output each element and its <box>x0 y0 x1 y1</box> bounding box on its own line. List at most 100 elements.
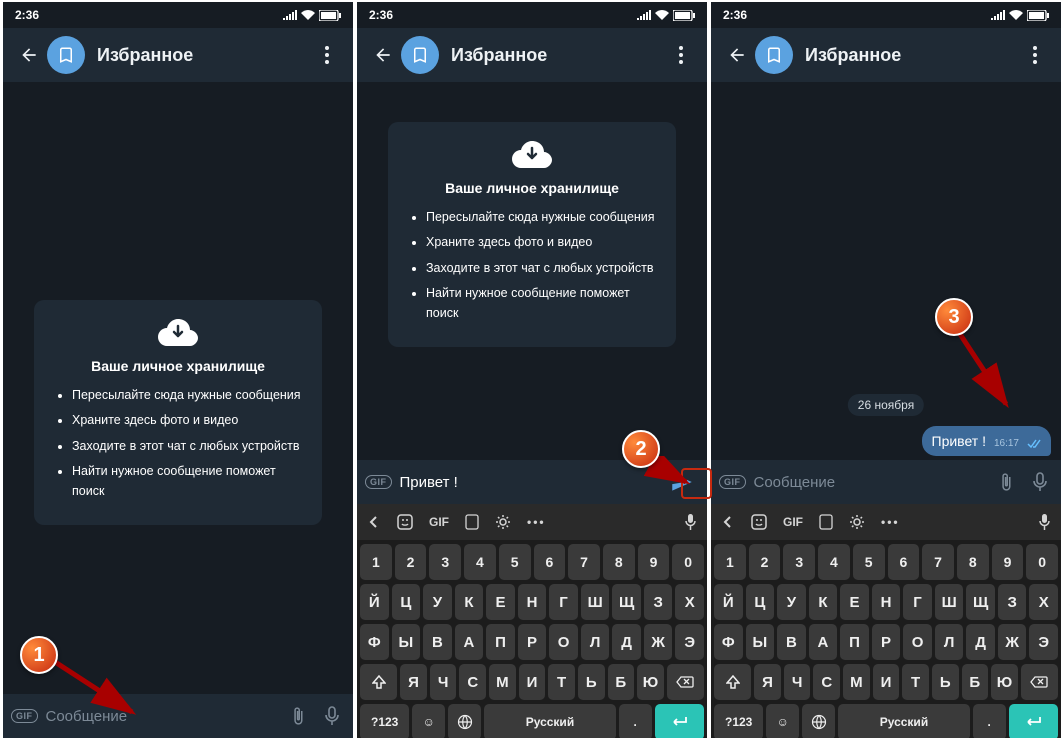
clipboard-icon[interactable] <box>465 514 479 530</box>
key[interactable]: Ы <box>746 624 775 660</box>
key[interactable]: 4 <box>818 544 850 580</box>
back-button[interactable] <box>11 45 47 65</box>
key[interactable]: П <box>486 624 515 660</box>
gear-icon[interactable] <box>849 514 865 530</box>
key[interactable]: Г <box>903 584 932 620</box>
key[interactable]: Ы <box>392 624 421 660</box>
saved-messages-avatar[interactable] <box>47 36 85 74</box>
gear-icon[interactable] <box>495 514 511 530</box>
keyboard-gif-button[interactable]: GIF <box>429 515 449 529</box>
backspace-key[interactable] <box>1021 664 1058 700</box>
mic-button[interactable] <box>1027 472 1053 492</box>
key[interactable]: Б <box>608 664 635 700</box>
key[interactable]: 3 <box>429 544 461 580</box>
key[interactable]: 6 <box>534 544 566 580</box>
key[interactable]: Б <box>962 664 989 700</box>
key[interactable]: Й <box>360 584 389 620</box>
key[interactable]: Э <box>1029 624 1058 660</box>
key[interactable]: 9 <box>992 544 1024 580</box>
key[interactable]: А <box>809 624 838 660</box>
enter-key[interactable] <box>1009 704 1058 738</box>
key[interactable]: Н <box>872 584 901 620</box>
key[interactable]: Л <box>581 624 610 660</box>
key[interactable]: Д <box>612 624 641 660</box>
lang-key[interactable] <box>448 704 481 738</box>
key[interactable]: Л <box>935 624 964 660</box>
key[interactable]: Т <box>902 664 929 700</box>
key[interactable]: Ф <box>360 624 389 660</box>
key[interactable]: Х <box>675 584 704 620</box>
backspace-key[interactable] <box>667 664 704 700</box>
period-key[interactable]: . <box>619 704 652 738</box>
saved-messages-avatar[interactable] <box>755 36 793 74</box>
more-options-button[interactable] <box>663 46 699 64</box>
key[interactable]: Ш <box>581 584 610 620</box>
key[interactable]: О <box>549 624 578 660</box>
key[interactable]: К <box>809 584 838 620</box>
clipboard-icon[interactable] <box>819 514 833 530</box>
key[interactable]: С <box>813 664 840 700</box>
message-input[interactable]: Привет ! <box>400 474 658 491</box>
symbols-key[interactable]: ?123 <box>714 704 763 738</box>
key[interactable]: С <box>459 664 486 700</box>
key[interactable]: У <box>777 584 806 620</box>
sticker-icon[interactable] <box>397 514 413 530</box>
gif-button[interactable]: GIF <box>719 475 746 489</box>
key[interactable]: Х <box>1029 584 1058 620</box>
key[interactable]: Э <box>675 624 704 660</box>
space-key[interactable]: Русский <box>838 704 970 738</box>
key[interactable]: Й <box>714 584 743 620</box>
key[interactable]: 7 <box>568 544 600 580</box>
key[interactable]: О <box>903 624 932 660</box>
key[interactable]: 3 <box>783 544 815 580</box>
more-options-button[interactable] <box>309 46 345 64</box>
lang-key[interactable] <box>802 704 835 738</box>
mic-button[interactable] <box>319 706 345 726</box>
emoji-key[interactable]: ☺ <box>766 704 799 738</box>
key[interactable]: 2 <box>749 544 781 580</box>
key[interactable]: 8 <box>957 544 989 580</box>
keyboard-gif-button[interactable]: GIF <box>783 515 803 529</box>
key[interactable]: К <box>455 584 484 620</box>
key[interactable]: Ф <box>714 624 743 660</box>
key[interactable]: 8 <box>603 544 635 580</box>
message-input[interactable]: Сообщение <box>46 708 278 725</box>
emoji-key[interactable]: ☺ <box>412 704 445 738</box>
sticker-icon[interactable] <box>751 514 767 530</box>
key[interactable]: 2 <box>395 544 427 580</box>
key[interactable]: Р <box>518 624 547 660</box>
message-input[interactable]: Сообщение <box>754 474 986 491</box>
key[interactable]: 4 <box>464 544 496 580</box>
key[interactable]: 0 <box>1026 544 1058 580</box>
saved-messages-avatar[interactable] <box>401 36 439 74</box>
attach-button[interactable] <box>285 706 311 726</box>
key[interactable]: Я <box>400 664 427 700</box>
key[interactable]: И <box>519 664 546 700</box>
back-button[interactable] <box>719 45 755 65</box>
key[interactable]: Р <box>872 624 901 660</box>
back-button[interactable] <box>365 45 401 65</box>
key[interactable]: И <box>873 664 900 700</box>
key[interactable]: 5 <box>499 544 531 580</box>
key[interactable]: Щ <box>966 584 995 620</box>
key[interactable]: Я <box>754 664 781 700</box>
key[interactable]: З <box>644 584 673 620</box>
key[interactable]: 0 <box>672 544 704 580</box>
key[interactable]: 6 <box>888 544 920 580</box>
key[interactable]: Н <box>518 584 547 620</box>
key[interactable]: М <box>489 664 516 700</box>
key[interactable]: Щ <box>612 584 641 620</box>
key[interactable]: 9 <box>638 544 670 580</box>
microphone-icon[interactable] <box>1038 513 1051 531</box>
key[interactable]: Е <box>486 584 515 620</box>
key[interactable]: Ж <box>644 624 673 660</box>
more-icon[interactable]: ••• <box>527 515 546 529</box>
key[interactable]: 5 <box>853 544 885 580</box>
key[interactable]: Ю <box>637 664 664 700</box>
more-icon[interactable]: ••• <box>881 515 900 529</box>
shift-key[interactable] <box>714 664 751 700</box>
key[interactable]: Ь <box>578 664 605 700</box>
key[interactable]: Д <box>966 624 995 660</box>
key[interactable]: 7 <box>922 544 954 580</box>
key[interactable]: В <box>777 624 806 660</box>
